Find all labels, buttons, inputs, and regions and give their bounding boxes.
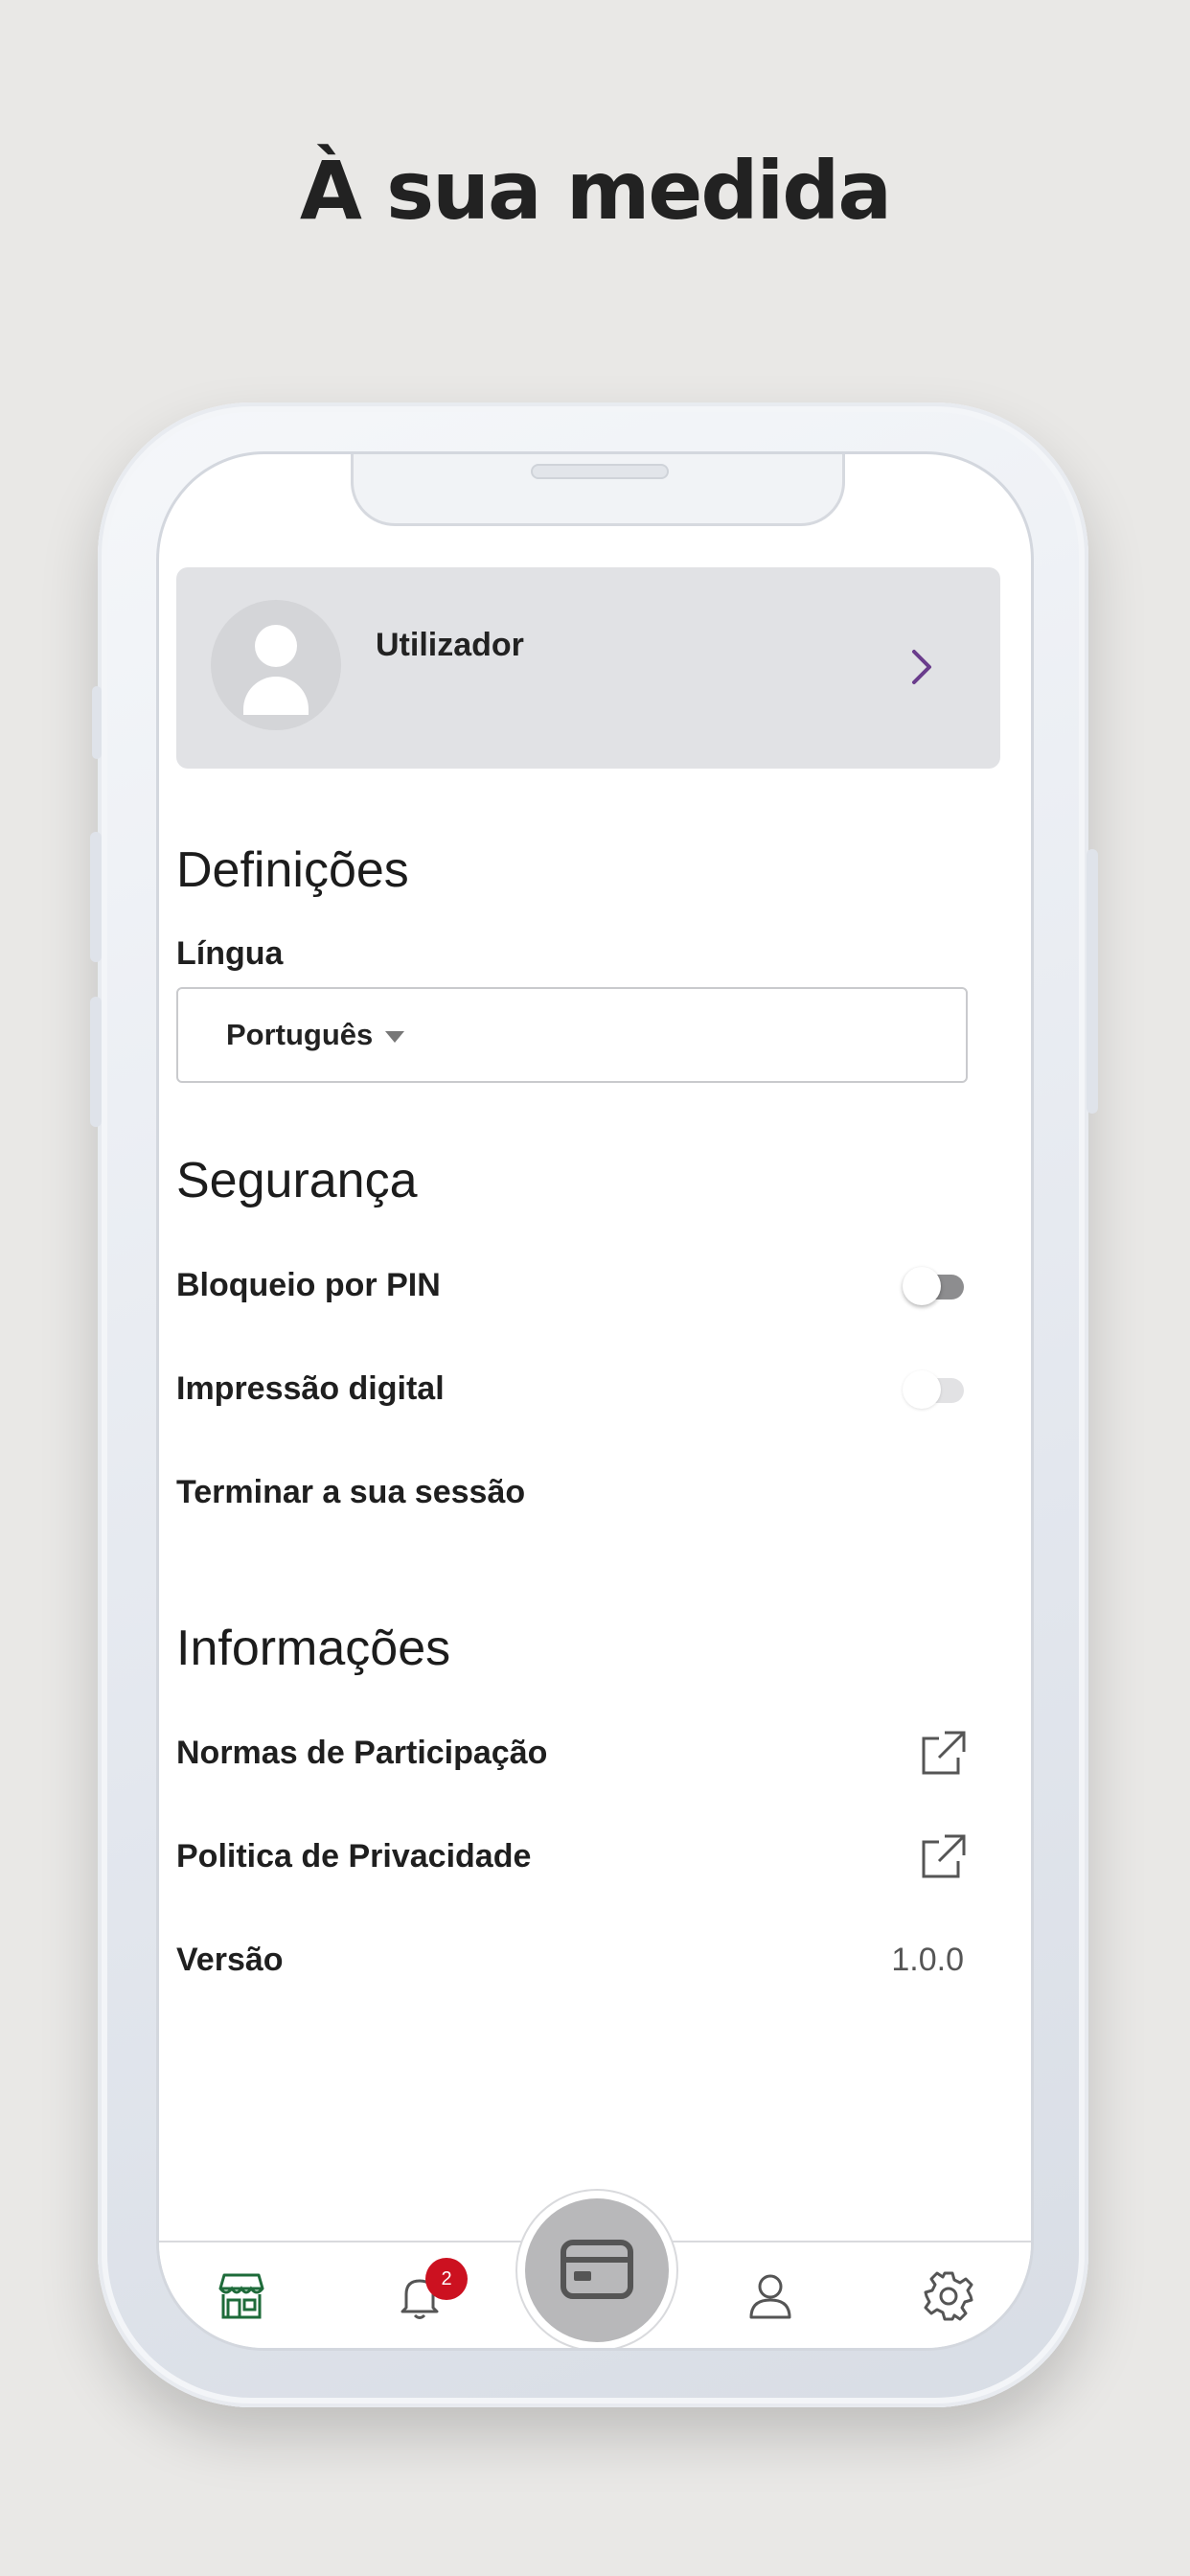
volume-down-button: [90, 997, 102, 1127]
fingerprint-label: Impressão digital: [176, 1370, 445, 1407]
security-section-title: Segurança: [176, 1153, 418, 1208]
app-screen: Utilizador Definições Língua Português S…: [159, 454, 1031, 2348]
version-value: 1.0.0: [891, 1942, 964, 1978]
chevron-right-icon: [912, 650, 931, 684]
avatar: [211, 600, 341, 730]
language-select-value: Português: [226, 1018, 374, 1051]
pin-lock-toggle[interactable]: [903, 1267, 964, 1305]
settings-section-title: Definições: [176, 842, 409, 898]
user-name: Utilizador: [376, 627, 524, 663]
mute-switch: [92, 686, 102, 759]
pin-lock-label: Bloqueio por PIN: [176, 1267, 441, 1303]
notification-badge: 2: [425, 2258, 468, 2300]
center-card-button[interactable]: [515, 2189, 678, 2348]
caret-down-icon: [385, 1031, 404, 1043]
volume-up-button: [90, 832, 102, 962]
external-link-icon[interactable]: [918, 1729, 968, 1779]
language-label: Língua: [176, 935, 284, 972]
privacy-link[interactable]: Politica de Privacidade: [176, 1838, 531, 1875]
fingerprint-toggle[interactable]: [903, 1370, 964, 1409]
external-link-icon[interactable]: [918, 1832, 968, 1882]
power-button: [1087, 849, 1098, 1114]
card-icon: [561, 2240, 633, 2299]
page-headline: À sua medida: [299, 144, 892, 238]
user-icon[interactable]: [744, 2269, 797, 2323]
logout-link[interactable]: Terminar a sua sessão: [176, 1474, 525, 1511]
user-profile-card[interactable]: Utilizador: [176, 567, 1000, 769]
notch: [351, 454, 845, 526]
store-icon[interactable]: [215, 2269, 268, 2323]
version-label: Versão: [176, 1942, 284, 1978]
language-select[interactable]: Português: [176, 987, 968, 1083]
speaker-grille: [531, 464, 669, 479]
info-section-title: Informações: [176, 1621, 451, 1676]
gear-icon[interactable]: [922, 2269, 975, 2323]
rules-link[interactable]: Normas de Participação: [176, 1735, 547, 1772]
